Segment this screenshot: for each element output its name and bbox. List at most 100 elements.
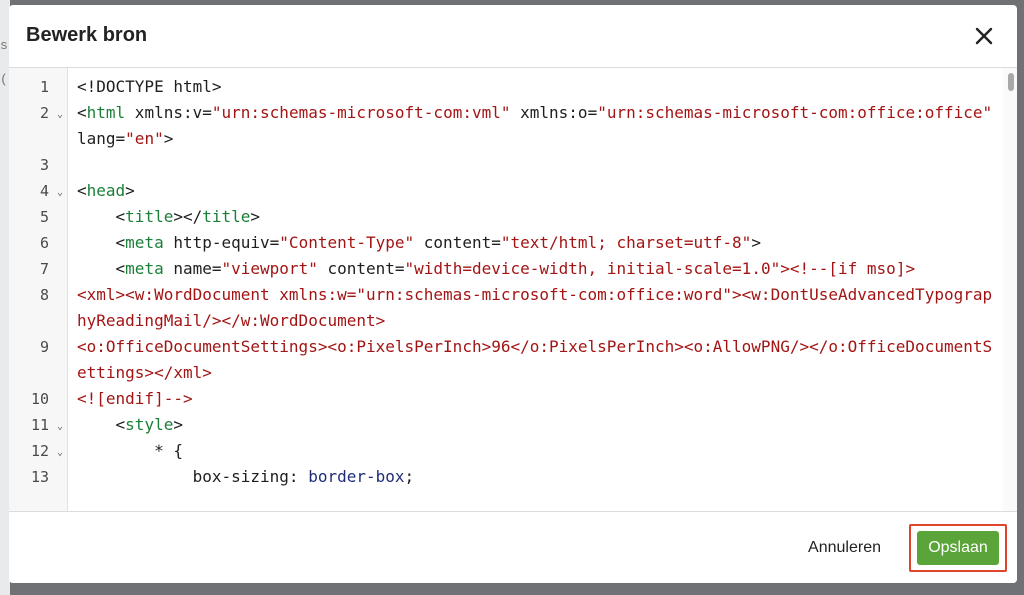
line-number: 5 (39, 208, 49, 226)
code-line: 7 <meta name="viewport" content="width=d… (9, 256, 1017, 282)
code-token: title (202, 207, 251, 226)
code-token: xmlns:o= (510, 103, 598, 122)
line-number: 3 (39, 156, 49, 174)
fold-chevron-icon[interactable]: ⌄ (57, 108, 63, 122)
fold-chevron-icon[interactable]: ⌄ (57, 446, 63, 460)
code-token: ></ (173, 207, 203, 226)
line-number: 13 (30, 468, 49, 486)
code-token: content= (414, 233, 501, 252)
code-line: 3 (9, 152, 1017, 178)
line-number-cell: 10 (9, 386, 67, 412)
code-line: 11 ⌄ <style> (9, 412, 1017, 438)
code-line-text: <html xmlns:v= "urn:schemas-microsoft-com… (67, 100, 997, 152)
code-line: 6 <meta http-equiv="Content-Type" conten… (9, 230, 1017, 256)
code-line-text (67, 152, 997, 178)
line-number: 10 (30, 390, 49, 408)
code-token: > (173, 415, 183, 434)
line-number-cell: 1 (9, 74, 67, 100)
code-token: "width=device-width, initial-scale=1.0" (404, 259, 781, 278)
code-line: 2 ⌄ <html xmlns:v="urn:schemas-microsoft-c… (9, 100, 1017, 152)
code-token: style (125, 415, 174, 434)
fold-chevron-icon[interactable]: ⌄ (57, 420, 63, 434)
code-lines: 1 <!DOCTYPE html> 2 ⌄ <html xmlns:v="urn:sch… (9, 74, 1017, 490)
code-token: name= (163, 259, 222, 278)
code-token: <!DOCTYPE html> (77, 77, 222, 96)
code-token: * { (77, 441, 183, 460)
code-line-text: <![endif]--> (67, 386, 997, 412)
line-number: 12 (30, 442, 49, 460)
editor-scrollbar[interactable] (1003, 68, 1017, 511)
code-token: <xml><w:WordDocument xmlns:w="urn:schema… (77, 285, 993, 330)
code-token: < (77, 415, 126, 434)
background-text-fragment: s (0, 38, 8, 53)
code-line: 10 <![endif]--> (9, 386, 1017, 412)
save-button[interactable]: Opslaan (917, 531, 999, 565)
code-token: head (86, 181, 126, 200)
line-number-cell: 12 ⌄ (9, 438, 67, 464)
code-line: 4 ⌄ <head> (9, 178, 1017, 204)
code-token: < (77, 103, 87, 122)
line-number-cell: 13 (9, 464, 67, 490)
line-number: 9 (39, 338, 49, 356)
code-token: title (125, 207, 174, 226)
code-token: > (250, 207, 261, 226)
code-token: content= (317, 259, 405, 278)
line-number: 4 (39, 182, 49, 200)
code-line-text: <!DOCTYPE html> (67, 74, 997, 100)
line-number: 1 (39, 78, 49, 96)
line-number-cell: 9 (9, 334, 67, 360)
code-token: > (163, 129, 174, 148)
code-token: <o:OfficeDocumentSettings><o:PixelsPerIn… (77, 337, 993, 382)
code-token: border-box (308, 467, 405, 486)
code-line: 13 box-sizing: border-box; (9, 464, 1017, 490)
code-line-text: <meta name="viewport" content="width=dev… (67, 256, 997, 282)
edit-source-dialog: Bewerk bron 1 <!DOCTYPE html> 2 ⌄ <html xmln… (9, 5, 1017, 583)
line-number-cell: 11 ⌄ (9, 412, 67, 438)
fold-chevron-icon[interactable]: ⌄ (57, 186, 63, 200)
code-token: "en" (125, 129, 164, 148)
code-line-text: <style> (67, 412, 997, 438)
code-line-text: <head> (67, 178, 997, 204)
scrollbar-thumb[interactable] (1008, 73, 1014, 91)
code-token: < (77, 233, 126, 252)
code-token: > (751, 233, 761, 252)
code-token: box-sizing: (77, 467, 309, 486)
code-token: < (77, 181, 87, 200)
code-token: html (86, 103, 126, 122)
code-token: "viewport" (221, 259, 318, 278)
cancel-button[interactable]: Annuleren (808, 539, 881, 557)
code-token: "text/html; charset=utf-8" (500, 233, 752, 252)
close-button[interactable] (969, 19, 999, 53)
line-number-cell: 7 (9, 256, 67, 282)
dialog-header: Bewerk bron (9, 5, 1017, 68)
code-line-text: box-sizing: border-box; (67, 464, 997, 490)
code-token: http-equiv= (163, 233, 280, 252)
code-line-text: <o:OfficeDocumentSettings><o:PixelsPerIn… (67, 334, 997, 386)
code-token: ; (404, 467, 415, 486)
code-line: 12 ⌄ * { (9, 438, 1017, 464)
code-line-text: <xml><w:WordDocument xmlns:w="urn:schema… (67, 282, 997, 334)
line-number-cell: 8 (9, 282, 67, 308)
code-line: 5 <title></title> (9, 204, 1017, 230)
dialog-footer: Annuleren Opslaan (9, 511, 1017, 583)
line-number-cell: 4 ⌄ (9, 178, 67, 204)
save-button-highlight: Opslaan (909, 524, 1007, 572)
code-line-text: <title></title> (67, 204, 997, 230)
code-token: "urn:schemas-microsoft-com:office:office… (597, 103, 993, 122)
background-text-fragment: ( (0, 72, 8, 87)
line-number: 6 (39, 234, 49, 252)
code-token: xmlns:v= (125, 103, 212, 122)
line-number: 11 (30, 416, 49, 434)
code-line-text: * { (67, 438, 997, 464)
line-number: 2 (39, 104, 49, 122)
code-line: 1 <!DOCTYPE html> (9, 74, 1017, 100)
code-token: ><!--[if mso]> (780, 259, 916, 278)
line-number-cell: 5 (9, 204, 67, 230)
code-token: <![endif]--> (77, 389, 193, 408)
source-code-editor[interactable]: 1 <!DOCTYPE html> 2 ⌄ <html xmlns:v="urn:sch… (9, 68, 1017, 511)
line-number-cell: 6 (9, 230, 67, 256)
code-token: "Content-Type" (279, 233, 415, 252)
line-number-cell: 2 ⌄ (9, 100, 67, 126)
line-number-cell: 3 (9, 152, 67, 178)
line-number: 7 (39, 260, 49, 278)
